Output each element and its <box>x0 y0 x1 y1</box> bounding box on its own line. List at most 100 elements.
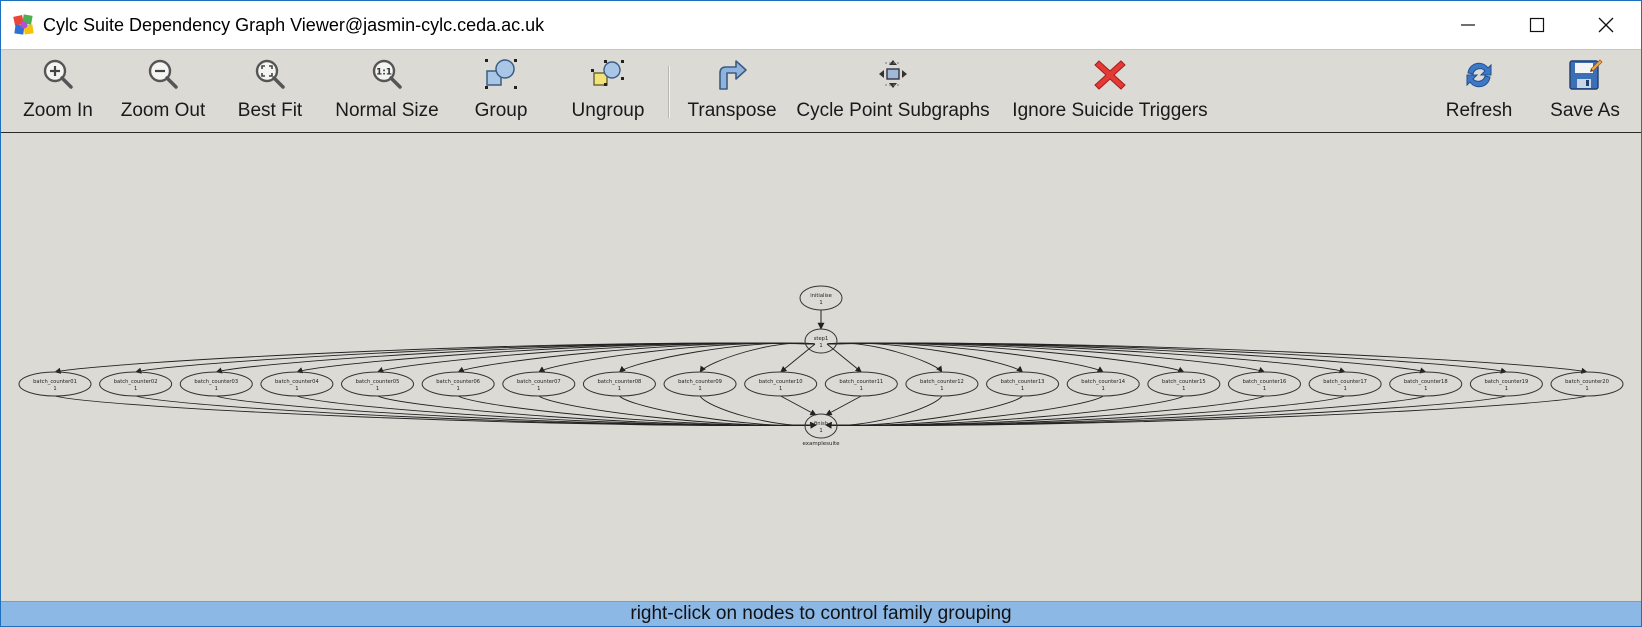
graph-node-batch-counter08[interactable]: batch_counter081 <box>582 371 656 397</box>
zoom-out-button[interactable]: Zoom Out <box>118 55 208 129</box>
graph-edge <box>825 395 1265 429</box>
ignore-suicide-triggers-button[interactable]: Ignore Suicide Triggers <box>1007 55 1213 129</box>
graph-node-batch-counter10[interactable]: batch_counter101 <box>744 371 818 397</box>
graph-node-cycle: 1 <box>819 300 822 306</box>
graph-node-batch-counter07[interactable]: batch_counter071 <box>502 371 576 397</box>
graph-node-batch-counter18[interactable]: batch_counter181 <box>1389 371 1463 397</box>
graph-node-name: batch_counter11 <box>839 379 883 385</box>
refresh-icon <box>1466 62 1492 88</box>
graph-node-batch-counter04[interactable]: batch_counter041 <box>260 371 334 397</box>
window-title: Cylc Suite Dependency Graph Viewer@jasmi… <box>43 15 545 35</box>
graph-node-cycle: 1 <box>1343 386 1346 392</box>
group-icon <box>485 59 517 89</box>
graph-node-batch-counter17[interactable]: batch_counter171 <box>1308 371 1382 397</box>
title-bar: Cylc Suite Dependency Graph Viewer@jasmi… <box>1 1 1641 49</box>
graph-node-initialise[interactable]: initialise1 <box>799 285 843 311</box>
graph-edge <box>826 342 1266 373</box>
graph-node-batch-counter16[interactable]: batch_counter161 <box>1227 371 1301 397</box>
refresh-label: Refresh <box>1445 100 1513 121</box>
graph-node-cycle: 1 <box>819 343 822 349</box>
graph-node-cycle: 1 <box>53 386 56 392</box>
refresh-button[interactable]: Refresh <box>1439 55 1519 129</box>
zoom-in-label: Zoom In <box>23 100 93 121</box>
graph-node-cycle: 1 <box>940 386 943 392</box>
graph-node-name: batch_counter07 <box>517 379 561 385</box>
ungroup-label: Ungroup <box>571 100 645 121</box>
graph-node-batch-counter15[interactable]: batch_counter151 <box>1147 371 1221 397</box>
graph-node-batch-counter01[interactable]: batch_counter011 <box>18 371 92 397</box>
graph-node-name: batch_counter08 <box>598 379 642 385</box>
zoom-out-icon <box>148 59 178 89</box>
graph-node-cycle: 1 <box>215 386 218 392</box>
status-bar: right-click on nodes to control family g… <box>1 601 1641 626</box>
graph-node-name: batch_counter02 <box>114 379 158 385</box>
graph-node-name: batch_counter03 <box>194 379 238 385</box>
graph-edge <box>780 343 816 373</box>
graph-edge <box>376 342 816 373</box>
graph-node-name: batch_counter04 <box>275 379 319 385</box>
suite-label: examplesuite <box>802 441 840 447</box>
graph-canvas[interactable]: initialise 1 step1 1 batch_counter01 1 batch_c… <box>1 134 1641 601</box>
graph-node-batch-counter09[interactable]: batch_counter091 <box>663 371 737 397</box>
close-button[interactable] <box>1571 1 1641 49</box>
graph-edge <box>825 395 943 429</box>
red-x-icon <box>1094 60 1126 90</box>
best-fit-icon <box>255 59 285 89</box>
normal-size-button[interactable]: 1:1 Normal Size <box>328 55 446 129</box>
normal-size-icon: 1:1 <box>372 59 402 89</box>
toolbar: Zoom In Zoom Out Best Fit 1:1 Normal Siz… <box>1 49 1641 133</box>
graph-node-batch-counter12[interactable]: batch_counter121 <box>905 371 979 397</box>
graph-node-cycle: 1 <box>698 386 701 392</box>
graph-node-batch-counter20[interactable]: batch_counter201 <box>1550 371 1624 397</box>
minimize-button[interactable] <box>1433 1 1503 49</box>
graph-node-name: batch_counter18 <box>1404 379 1448 385</box>
graph-edge <box>825 395 1023 429</box>
graph-edge <box>825 395 1588 429</box>
graph-edge <box>619 395 817 429</box>
transpose-label: Transpose <box>687 100 777 121</box>
graph-node-batch-counter11[interactable]: batch_counter111 <box>824 371 898 397</box>
best-fit-button[interactable]: Best Fit <box>230 55 310 129</box>
cycle-point-subgraphs-button[interactable]: Cycle Point Subgraphs <box>791 55 995 129</box>
graph-node-name: batch_counter14 <box>1081 379 1125 385</box>
group-label: Group <box>474 100 528 121</box>
save-as-label: Save As <box>1550 100 1620 121</box>
maximize-button[interactable] <box>1502 1 1572 49</box>
graph-node-cycle: 1 <box>1102 386 1105 392</box>
graph-node-name: batch_counter17 <box>1323 379 1367 385</box>
zoom-out-label: Zoom Out <box>120 100 206 121</box>
graph-node-batch-counter02[interactable]: batch_counter021 <box>99 371 173 397</box>
graph-node-batch-counter06[interactable]: batch_counter061 <box>421 371 495 397</box>
graph-node-cycle: 1 <box>1263 386 1266 392</box>
graph-node-batch-counter14[interactable]: batch_counter141 <box>1066 371 1140 397</box>
graph-node-cycle: 1 <box>1021 386 1024 392</box>
graph-node-name: finish <box>814 421 828 427</box>
graph-node-batch-counter05[interactable]: batch_counter051 <box>341 371 415 397</box>
graph-node-name: batch_counter16 <box>1243 379 1287 385</box>
zoom-in-button[interactable]: Zoom In <box>18 55 98 129</box>
graph-node-name: batch_counter09 <box>678 379 722 385</box>
ungroup-icon <box>591 60 624 86</box>
graph-node-name: batch_counter19 <box>1484 379 1528 385</box>
graph-node-name: batch_counter01 <box>33 379 77 385</box>
graph-node-name: batch_counter20 <box>1565 379 1609 385</box>
graph-node-finish[interactable]: finish1 <box>804 413 838 439</box>
save-as-button[interactable]: Save As <box>1541 55 1629 129</box>
graph-node-cycle: 1 <box>860 386 863 392</box>
ungroup-button[interactable]: Ungroup <box>567 55 649 129</box>
graph-edge <box>780 395 817 416</box>
graph-edge <box>825 395 862 416</box>
graph-node-cycle: 1 <box>819 428 822 434</box>
group-button[interactable]: Group <box>461 55 541 129</box>
status-message: right-click on nodes to control family g… <box>630 603 1012 624</box>
maximize-icon <box>1529 17 1545 33</box>
dependency-graph[interactable]: initialise1step11batch_counter011batch_c… <box>1 134 1641 601</box>
normal-size-label: Normal Size <box>335 100 439 121</box>
graph-node-cycle: 1 <box>618 386 621 392</box>
graph-node-batch-counter19[interactable]: batch_counter191 <box>1469 371 1543 397</box>
transpose-button[interactable]: Transpose <box>683 55 781 129</box>
graph-node-cycle: 1 <box>1424 386 1427 392</box>
graph-node-batch-counter03[interactable]: batch_counter031 <box>179 371 253 397</box>
graph-node-batch-counter13[interactable]: batch_counter131 <box>986 371 1060 397</box>
graph-node-step1[interactable]: step11 <box>804 328 838 354</box>
